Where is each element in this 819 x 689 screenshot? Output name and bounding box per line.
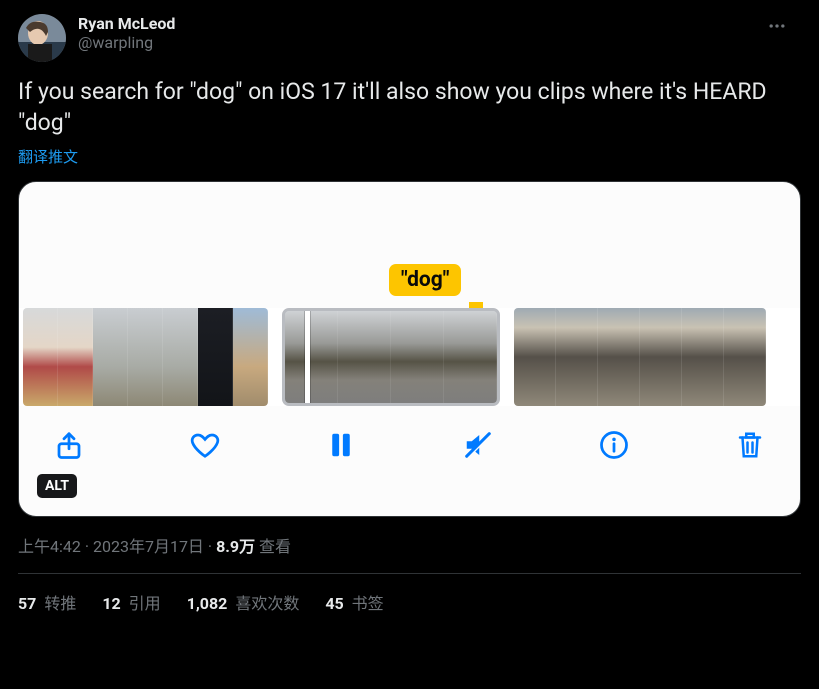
more-button[interactable] — [767, 16, 801, 40]
media-toolbar — [19, 406, 800, 484]
clip-3[interactable] — [514, 308, 766, 406]
quotes[interactable]: 12 引用 — [102, 590, 160, 614]
translate-link[interactable]: 翻译推文 — [18, 146, 801, 167]
tweet-time: 上午4:42 — [18, 537, 81, 556]
tweet-container: Ryan McLeod @warpling If you search for … — [0, 0, 819, 630]
username: @warpling — [78, 33, 801, 52]
views-label: 查看 — [255, 537, 291, 556]
like-button[interactable] — [183, 423, 227, 467]
meta-line[interactable]: 上午4:42 · 2023年7月17日 · 8.9万 查看 — [18, 533, 801, 557]
tweet-text: If you search for "dog" on iOS 17 it'll … — [18, 76, 801, 138]
caption-label: "dog" — [389, 264, 461, 296]
alt-badge[interactable]: ALT — [37, 474, 77, 498]
delete-button[interactable] — [728, 423, 772, 467]
user-info[interactable]: Ryan McLeod @warpling — [78, 14, 801, 52]
display-name: Ryan McLeod — [78, 14, 801, 33]
share-button[interactable] — [47, 423, 91, 467]
clip-2-active[interactable] — [282, 308, 500, 406]
bookmarks[interactable]: 45 书签 — [325, 590, 383, 614]
tweet-header: Ryan McLeod @warpling — [18, 14, 801, 62]
media-whitespace: "dog" — [19, 182, 800, 308]
tweet-date: 2023年7月17日 — [93, 537, 204, 556]
filmstrip[interactable] — [19, 308, 800, 406]
retweets[interactable]: 57 转推 — [18, 590, 76, 614]
clip-1[interactable] — [23, 308, 268, 406]
views-count: 8.9万 — [216, 537, 255, 556]
engagement-row: 57 转推 12 引用 1,082 喜欢次数 45 书签 — [18, 574, 801, 630]
playhead[interactable] — [305, 308, 310, 406]
pause-button[interactable] — [319, 423, 363, 467]
info-button[interactable] — [592, 423, 636, 467]
likes[interactable]: 1,082 喜欢次数 — [187, 590, 300, 614]
mute-button[interactable] — [456, 423, 500, 467]
avatar[interactable] — [18, 14, 66, 62]
media-card[interactable]: "dog" — [18, 181, 801, 517]
